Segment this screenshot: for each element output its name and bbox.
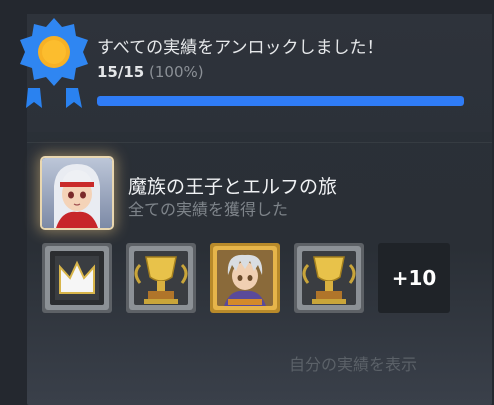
progress-bar-fill	[97, 96, 464, 106]
divider	[27, 142, 492, 143]
unlock-title: すべての実績をアンロックしました！	[97, 38, 384, 58]
game-title[interactable]: 魔族の王子とエルフの旅	[128, 172, 337, 199]
game-subtitle: 全ての実績を獲得した	[128, 200, 289, 219]
progress-bar	[97, 96, 464, 106]
crown-achievement-icon[interactable]	[42, 243, 112, 313]
more-achievements-button[interactable]: +10	[378, 243, 450, 313]
show-my-achievements-link[interactable]: 自分の実績を表示	[289, 351, 417, 375]
progress-count: 15/15	[97, 63, 145, 81]
game-portrait-icon[interactable]	[42, 158, 112, 228]
progress-percent: (100%)	[149, 63, 204, 81]
trophy-achievement-icon[interactable]	[126, 243, 196, 313]
trophy-achievement-icon[interactable]	[294, 243, 364, 313]
character-achievement-icon[interactable]	[210, 243, 280, 313]
progress-text: 15/15 (100%)	[97, 63, 204, 81]
ribbon-medal-icon	[20, 18, 88, 108]
